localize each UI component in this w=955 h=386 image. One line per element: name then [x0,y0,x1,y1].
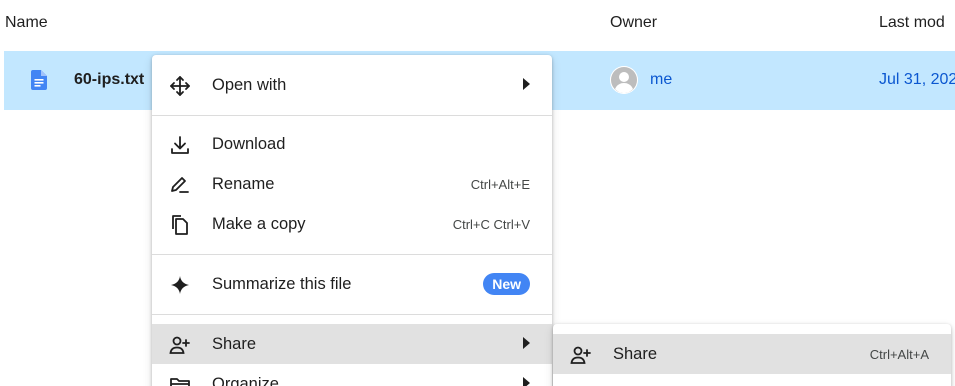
submenu-arrow-icon [523,78,530,90]
context-menu: Open with Download Rename Ctrl+Alt+E Mak… [152,55,552,386]
person-add-icon [570,344,592,366]
share-submenu: Share Ctrl+Alt+A [553,324,951,386]
menu-item-open-with[interactable]: Open with [152,65,552,105]
shortcut-text: Ctrl+Alt+E [470,177,530,192]
menu-item-label: Make a copy [212,215,306,233]
submenu-item-label: Share [613,345,658,363]
person-add-icon [169,334,191,356]
file-name[interactable]: 60-ips.txt [74,71,144,89]
column-header-name[interactable]: Name [5,14,48,32]
sparkle-icon [169,274,191,296]
owner-name: me [650,71,673,88]
open-with-icon [169,75,191,97]
folder-icon [169,374,191,386]
column-header-owner[interactable]: Owner [610,14,657,32]
menu-item-summarize[interactable]: Summarize this file New [152,264,552,304]
submenu-arrow-icon [523,377,530,386]
menu-item-label: Open with [212,76,287,94]
pencil-icon [169,174,191,196]
menu-item-share[interactable]: Share [152,324,552,364]
menu-divider [152,115,552,116]
menu-item-download[interactable]: Download [152,124,552,164]
drive-file-list: Name Owner Last mod 60-ips.txt me Jul 31… [0,0,955,386]
menu-divider [152,254,552,255]
last-modified-date: Jul 31, 202 [879,71,955,88]
menu-item-label: Organize [212,375,279,386]
new-badge: New [483,273,530,295]
shortcut-text: Ctrl+Alt+A [869,347,929,362]
submenu-item-share[interactable]: Share Ctrl+Alt+A [553,334,951,374]
menu-item-label: Rename [212,175,275,193]
menu-divider [152,314,552,315]
submenu-arrow-icon [523,337,530,349]
doc-icon [31,70,47,90]
menu-item-organize[interactable]: Organize [152,364,552,386]
download-icon [169,134,191,156]
copy-icon [169,214,191,236]
owner-avatar-icon [610,66,638,94]
menu-item-label: Summarize this file [212,275,352,293]
menu-item-rename[interactable]: Rename Ctrl+Alt+E [152,164,552,204]
menu-item-make-a-copy[interactable]: Make a copy Ctrl+C Ctrl+V [152,204,552,244]
menu-item-label: Share [212,335,257,353]
column-header-last-modified[interactable]: Last mod [879,14,945,32]
shortcut-text: Ctrl+C Ctrl+V [452,217,530,232]
menu-item-label: Download [212,135,286,153]
